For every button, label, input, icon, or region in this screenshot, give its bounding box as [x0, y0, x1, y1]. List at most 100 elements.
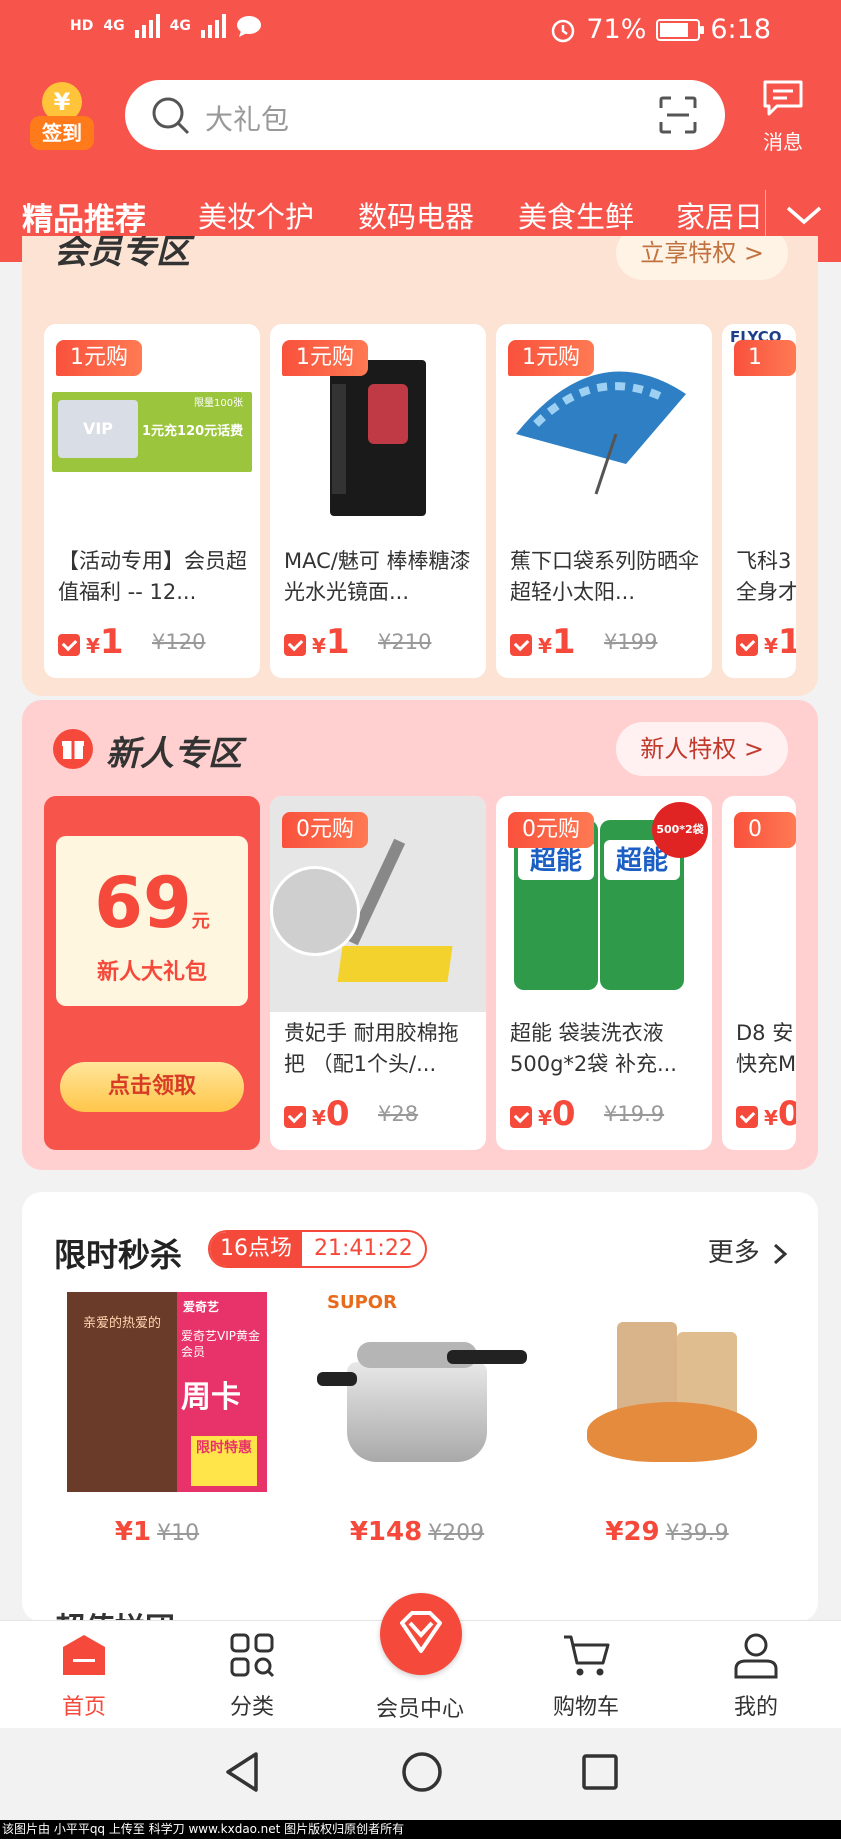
chevron-down-icon — [786, 206, 822, 225]
cart-icon — [564, 1635, 610, 1676]
product-name: D8 安 快充M — [736, 1021, 796, 1076]
recents-icon[interactable] — [580, 1750, 620, 1794]
tab-category[interactable]: 分类 — [192, 1631, 312, 1721]
original-price: ¥28 — [378, 1102, 419, 1126]
flash-sale-item[interactable]: SUPOR ¥148 ¥209 — [302, 1292, 532, 1572]
vip-check-icon — [510, 634, 532, 656]
product-card[interactable]: 0元 D8 安 快充M ¥0 — [722, 796, 796, 1150]
gift-label: 新人大礼包 — [96, 960, 207, 985]
promo-badge: 1元购 — [282, 340, 368, 376]
tab-home[interactable]: 家居日 — [676, 194, 763, 236]
promo-badge: 0元购 — [508, 812, 594, 848]
hd-label: HD — [70, 18, 94, 34]
battery-percent: 71% — [586, 14, 647, 45]
message-button[interactable]: 消息 — [755, 78, 811, 155]
message-label: 消息 — [763, 130, 803, 154]
signal-icon — [134, 14, 160, 38]
gift-amount: 69元 — [94, 862, 210, 944]
promo-badge: 1元 — [734, 340, 796, 406]
product-name: 贵妃手 耐用胶棉拖把 （配1个头/... — [284, 1021, 459, 1076]
flash-sale-item[interactable]: ¥29 ¥39.9 — [552, 1292, 782, 1572]
message-icon — [763, 80, 803, 116]
battery-icon — [656, 18, 705, 41]
flash-sale-price: ¥148 ¥209 — [349, 1517, 485, 1547]
diamond-icon — [400, 1611, 442, 1653]
tab-digital[interactable]: 数码电器 — [358, 194, 474, 236]
tab-label: 我的 — [733, 1695, 778, 1720]
vip-zone: 会员专区 立享特权 > VIP 1元充120元话费 限量100张 1元购 【活动… — [22, 236, 818, 696]
vip-check-icon — [284, 1106, 306, 1128]
new-user-privilege-link[interactable]: 新人特权 > — [616, 722, 788, 776]
chevron-right-icon — [773, 1243, 788, 1264]
flash-sale-more-link[interactable]: 更多 — [708, 1232, 788, 1269]
signin-label: 签到 — [30, 116, 94, 150]
promo-badge: 1元购 — [56, 340, 142, 376]
gift-icon — [53, 729, 93, 769]
product-price: ¥1 — [86, 622, 124, 662]
signin-button[interactable]: ¥ 签到 — [30, 82, 94, 152]
scan-icon[interactable] — [659, 96, 697, 134]
chat-icon — [236, 16, 261, 37]
member-center-label[interactable]: 会员中心 — [340, 1691, 500, 1723]
vip-privilege-link[interactable]: 立享特权 > — [616, 236, 788, 280]
product-price: ¥0 — [538, 1094, 576, 1134]
original-price: ¥199 — [604, 630, 658, 654]
back-icon[interactable] — [222, 1750, 262, 1794]
product-card[interactable]: VIP 1元充120元话费 限量100张 1元购 【活动专用】会员超值福利 --… — [44, 324, 260, 678]
product-image: SUPOR — [317, 1292, 527, 1462]
product-card[interactable]: 1元购 蕉下口袋系列防晒伞超轻小太阳... ¥1 ¥199 — [496, 324, 712, 678]
vip-zone-title: 会员专区 — [54, 236, 190, 272]
product-price: ¥1 — [764, 622, 796, 662]
gift-voucher: 69元 新人大礼包 — [56, 836, 248, 1006]
flash-sale-item[interactable]: 亲爱的热爱的 爱奇艺 爱奇艺VIP黄金会员 周卡 限时特惠 ¥1 ¥10 — [42, 1292, 272, 1572]
watermark-footer: 该图片由 小平平qq 上传至 科学刀 www.kxdao.net 图片版权归原创… — [0, 1820, 841, 1839]
flash-sale-price: ¥1 ¥10 — [114, 1517, 200, 1547]
app-header: HD 4G 4G 71% 6:18 ¥ 签到 大礼包 消息 精品推荐 美妆个护 … — [0, 0, 841, 262]
promo-badge: 1元购 — [508, 340, 594, 376]
tab-recommended[interactable]: 精品推荐 — [22, 194, 146, 239]
product-card[interactable]: FLYCO 1元 飞科3 全身才 ¥1 — [722, 324, 796, 678]
claim-gift-button[interactable]: 点击领取 — [60, 1062, 244, 1112]
product-name: 蕉下口袋系列防晒伞超轻小太阳... — [510, 549, 699, 604]
tab-beauty[interactable]: 美妆个护 — [198, 194, 314, 236]
original-price: ¥19.9 — [604, 1102, 665, 1126]
flash-sale-timer: 16点场 21:41:22 — [208, 1230, 427, 1268]
member-center-button[interactable] — [380, 1593, 462, 1675]
product-image: 亲爱的热爱的 爱奇艺 爱奇艺VIP黄金会员 周卡 限时特惠 — [67, 1292, 267, 1492]
bottom-tab-bar: 首页 分类 会员中心 购物车 我的 — [0, 1593, 841, 1728]
new-user-zone: 新人专区 新人特权 > 69元 新人大礼包 点击领取 0元购 贵妃手 耐用胶棉拖… — [22, 700, 818, 1170]
product-image — [577, 1292, 757, 1462]
flash-sale-countdown: 21:41:22 — [314, 1236, 413, 1261]
promo-badge: 0元 — [734, 812, 796, 878]
flash-sale-title: 限时秒杀 — [54, 1236, 183, 1274]
vip-check-icon — [736, 1106, 758, 1128]
promo-badge: 0元购 — [282, 812, 368, 848]
flash-sale-price: ¥29 ¥39.9 — [605, 1517, 729, 1547]
tab-home-page[interactable]: 首页 — [24, 1631, 144, 1721]
signal-icon-2 — [200, 14, 226, 38]
vip-check-icon — [510, 1106, 532, 1128]
product-card[interactable]: 1元购 MAC/魅可 棒棒糖漆光水光镜面... ¥1 ¥210 — [270, 324, 486, 678]
tab-food[interactable]: 美食生鲜 — [518, 194, 634, 236]
quantity-badge: 500*2袋 — [652, 802, 708, 858]
network-label-2: 4G — [169, 18, 191, 34]
product-price: ¥0 — [764, 1094, 796, 1134]
product-name: MAC/魅可 棒棒糖漆光水光镜面... — [284, 549, 471, 604]
search-icon — [152, 97, 190, 135]
product-price: ¥1 — [312, 622, 350, 662]
product-card[interactable]: 0元购 贵妃手 耐用胶棉拖把 （配1个头/... ¥0 ¥28 — [270, 796, 486, 1150]
new-zone-title: 新人专区 — [106, 734, 242, 774]
vip-check-icon — [736, 634, 758, 656]
search-bar[interactable]: 大礼包 — [125, 80, 725, 150]
tab-cart[interactable]: 购物车 — [526, 1631, 646, 1721]
new-user-gift-card[interactable]: 69元 新人大礼包 点击领取 — [44, 796, 260, 1150]
tab-label: 分类 — [229, 1695, 274, 1720]
original-price: ¥210 — [378, 630, 432, 654]
home-circle-icon[interactable] — [400, 1750, 444, 1794]
flash-sale-section: 限时秒杀 16点场 21:41:22 更多 亲爱的热爱的 爱奇艺 爱奇艺VIP黄… — [22, 1192, 818, 1622]
product-card[interactable]: 超能 超能 500*2袋 0元购 超能 袋装洗衣液500g*2袋 补充... ¥… — [496, 796, 712, 1150]
clock: 6:18 — [710, 14, 771, 45]
tab-mine[interactable]: 我的 — [696, 1631, 816, 1721]
original-price: ¥120 — [152, 630, 206, 654]
tab-label: 首页 — [61, 1695, 106, 1720]
